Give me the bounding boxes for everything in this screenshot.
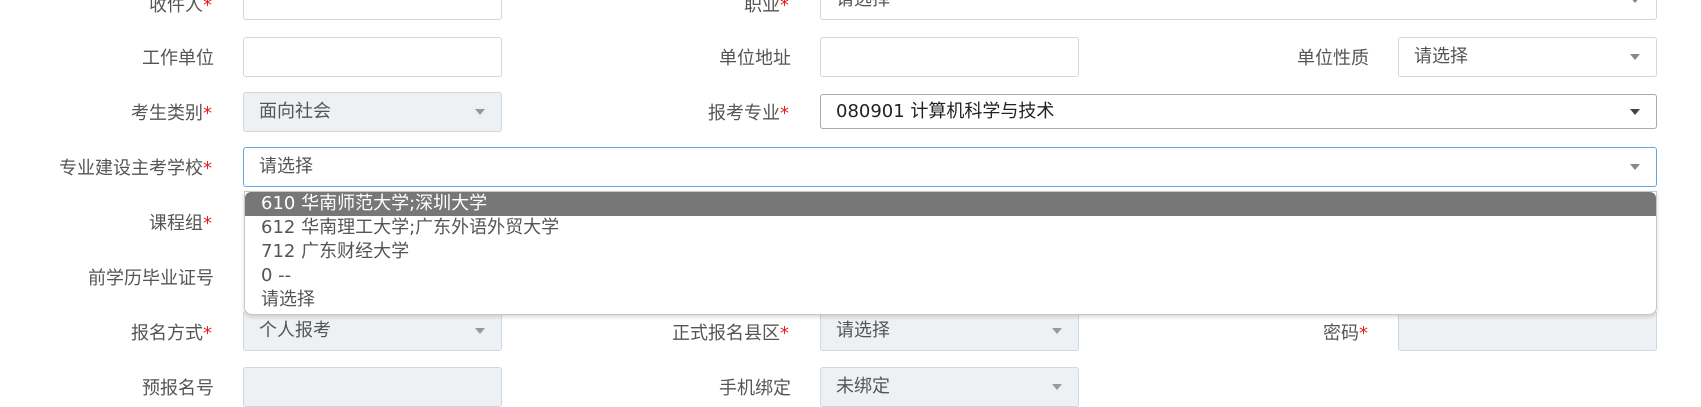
chevron-down-icon — [1052, 328, 1062, 334]
candidate-type-label: 考生类别* — [131, 103, 212, 124]
unit-address-input[interactable] — [820, 37, 1079, 77]
pre-reg-no-input[interactable] — [243, 367, 502, 407]
recipient-label: 收件人* — [149, 0, 212, 16]
chevron-down-icon — [475, 328, 485, 334]
candidate-type-select[interactable]: 面向社会 — [243, 92, 502, 132]
occupation-label: 职业* — [744, 0, 789, 16]
unit-type-select[interactable]: 请选择 — [1398, 37, 1657, 77]
school-label: 专业建设主考学校* — [59, 158, 212, 179]
chevron-down-icon — [1630, 164, 1640, 170]
prev-cert-label: 前学历毕业证号 — [88, 268, 214, 289]
pre-reg-no-label: 预报名号 — [142, 378, 214, 399]
major-label: 报考专业* — [708, 103, 789, 124]
chevron-down-icon — [1630, 109, 1640, 115]
dropdown-option[interactable]: 请选择 — [245, 288, 1656, 312]
school-dropdown-list: 610 华南师范大学;深圳大学 612 华南理工大学;广东外语外贸大学 712 … — [244, 191, 1657, 315]
phone-binding-label: 手机绑定 — [719, 378, 791, 399]
recipient-input[interactable] — [243, 0, 502, 20]
dropdown-option[interactable]: 612 华南理工大学;广东外语外贸大学 — [245, 216, 1656, 240]
work-unit-input[interactable] — [243, 37, 502, 77]
chevron-down-icon — [1052, 384, 1062, 390]
occupation-select[interactable]: 请选择 — [820, 0, 1657, 20]
chevron-down-icon — [1630, 54, 1640, 60]
county-select[interactable]: 请选择 — [820, 311, 1079, 351]
chevron-down-icon — [1630, 0, 1640, 3]
chevron-down-icon — [475, 109, 485, 115]
password-label: 密码* — [1323, 323, 1368, 344]
dropdown-option[interactable]: 712 广东财经大学 — [245, 240, 1656, 264]
work-unit-label: 工作单位 — [142, 48, 214, 69]
reg-method-label: 报名方式* — [131, 323, 212, 344]
password-input[interactable] — [1398, 311, 1657, 351]
dropdown-option[interactable]: 610 华南师范大学;深圳大学 — [245, 192, 1656, 216]
unit-address-label: 单位地址 — [719, 48, 791, 69]
course-group-label: 课程组* — [149, 213, 212, 234]
unit-type-label: 单位性质 — [1297, 48, 1369, 69]
school-select[interactable]: 请选择 — [243, 147, 1657, 187]
phone-binding-select[interactable]: 未绑定 — [820, 367, 1079, 407]
county-label: 正式报名县区* — [672, 323, 789, 344]
reg-method-select[interactable]: 个人报考 — [243, 311, 502, 351]
dropdown-option[interactable]: 0 -- — [245, 264, 1656, 288]
major-select[interactable]: 080901 计算机科学与技术 — [820, 94, 1657, 129]
